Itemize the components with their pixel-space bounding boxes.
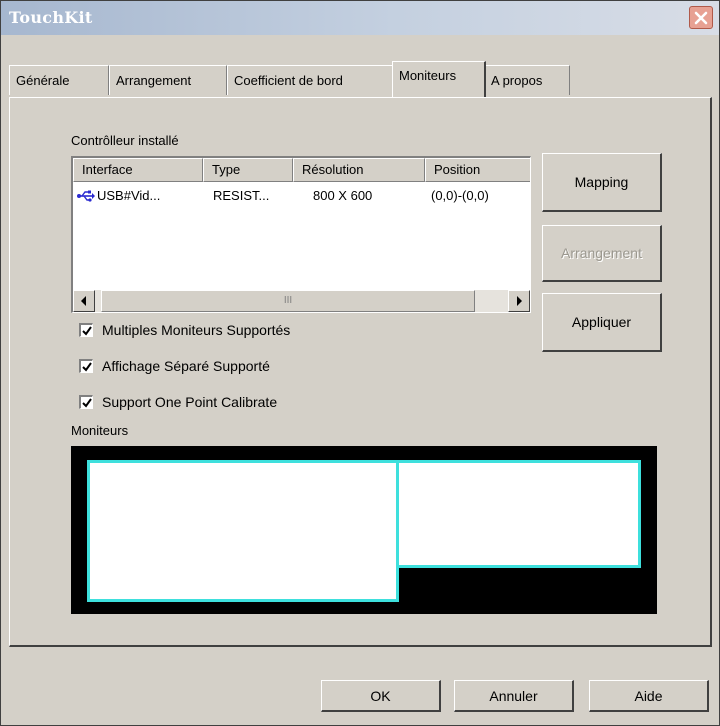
close-button[interactable] <box>689 6 713 29</box>
touchkit-window: TouchKit Générale Arrangement Coefficien… <box>0 0 720 726</box>
window-title: TouchKit <box>9 8 93 27</box>
cell-resolution: 800 X 600 <box>313 188 373 203</box>
tab-moniteurs[interactable]: Moniteurs <box>392 61 486 97</box>
cell-position: (0,0)-(0,0) <box>431 188 489 203</box>
arrow-left-icon <box>81 296 86 306</box>
checkmark-icon <box>81 361 92 372</box>
horizontal-scrollbar[interactable]: III <box>73 290 530 312</box>
monitor-preview[interactable] <box>71 446 657 614</box>
help-button[interactable]: Aide <box>589 680 709 712</box>
checkmark-icon <box>81 397 92 408</box>
tab-label: Coefficient de bord <box>234 73 343 88</box>
ok-button[interactable]: OK <box>321 680 441 712</box>
tab-arrangement[interactable]: Arrangement <box>109 65 227 95</box>
cancel-label: Annuler <box>489 687 538 704</box>
apply-button[interactable]: Appliquer <box>542 293 662 352</box>
help-label: Aide <box>634 687 663 704</box>
controller-list[interactable]: Interface Type Résolution Position USB#V… <box>71 156 531 313</box>
arrangement-button: Arrangement <box>542 225 662 282</box>
column-header-type[interactable]: Type <box>203 158 293 182</box>
ok-label: OK <box>370 687 391 704</box>
arrangement-label: Arrangement <box>561 245 642 261</box>
column-header-position[interactable]: Position <box>425 158 530 182</box>
title-bar: TouchKit <box>1 1 719 35</box>
cell-type: RESIST... <box>213 188 270 203</box>
cell-interface: USB#Vid... <box>97 188 161 203</box>
checkbox-box[interactable] <box>79 359 93 373</box>
checkmark-icon <box>81 325 92 336</box>
cancel-button[interactable]: Annuler <box>454 680 574 712</box>
arrow-right-icon <box>517 296 522 306</box>
monitor-2[interactable] <box>396 460 641 568</box>
column-header-resolution[interactable]: Résolution <box>293 158 425 182</box>
tab-label: Générale <box>16 73 70 88</box>
scroll-right-button[interactable] <box>508 290 530 312</box>
checkbox-multiple-monitors[interactable]: Multiples Moniteurs Supportés <box>79 319 290 341</box>
checkbox-box[interactable] <box>79 395 93 409</box>
checkbox-label: Affichage Séparé Supporté <box>102 358 270 374</box>
usb-icon <box>77 189 95 206</box>
mapping-button[interactable]: Mapping <box>542 153 662 212</box>
checkbox-label: Support One Point Calibrate <box>102 394 278 410</box>
tab-generale[interactable]: Générale <box>9 65 109 95</box>
column-header-interface[interactable]: Interface <box>73 158 203 182</box>
scroll-thumb[interactable]: III <box>101 290 475 312</box>
controller-label: Contrôlleur installé <box>71 133 179 148</box>
monitor-1[interactable] <box>87 460 399 602</box>
checkbox-separate-display[interactable]: Affichage Séparé Supporté <box>79 355 270 377</box>
mapping-label: Mapping <box>574 174 629 190</box>
tab-label: A propos <box>491 73 543 88</box>
scroll-thumb-grip: III <box>283 295 293 306</box>
tab-a-propos[interactable]: A propos <box>484 65 570 95</box>
close-icon <box>694 11 708 24</box>
list-header: Interface Type Résolution Position <box>73 158 530 182</box>
scroll-left-button[interactable] <box>73 290 95 312</box>
monitors-label: Moniteurs <box>71 423 129 438</box>
tab-label: Moniteurs <box>399 68 457 83</box>
apply-label: Appliquer <box>571 314 632 330</box>
checkbox-label: Multiples Moniteurs Supportés <box>102 322 291 338</box>
checkbox-box[interactable] <box>79 323 93 337</box>
list-item[interactable]: USB#Vid... RESIST... 800 X 600 (0,0)-(0,… <box>73 186 530 208</box>
tab-label: Arrangement <box>116 73 192 88</box>
tab-coefficient-de-bord[interactable]: Coefficient de bord <box>227 65 395 95</box>
checkbox-one-point-calibrate[interactable]: Support One Point Calibrate <box>79 391 277 413</box>
